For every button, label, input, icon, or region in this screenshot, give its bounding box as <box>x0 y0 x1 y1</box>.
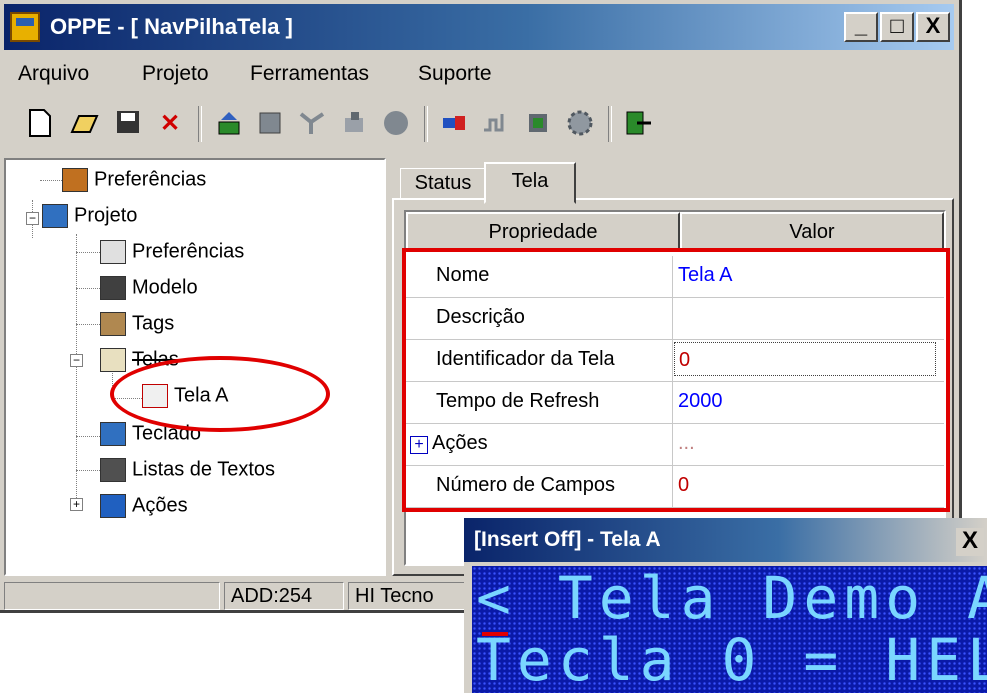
expand-acoes-icon[interactable]: + <box>70 498 83 511</box>
tree-item-listas-de-textos[interactable]: Listas de Textos <box>100 458 275 488</box>
menu-ferramentas[interactable]: Ferramentas <box>250 62 369 86</box>
open-icon[interactable] <box>68 108 100 140</box>
model-icon <box>100 276 126 300</box>
status-panel-empty <box>4 582 220 610</box>
tab-status[interactable]: Status <box>400 168 486 200</box>
gear-icon[interactable] <box>564 108 596 140</box>
tool-3-icon[interactable] <box>296 108 328 140</box>
lcd-preview-window: [Insert Off] - Tela A X < Tela Demo A > … <box>464 518 987 693</box>
lcd-line-1: < Tela Demo A > <box>476 566 987 632</box>
save-icon[interactable] <box>112 108 144 140</box>
chip-icon[interactable] <box>522 108 554 140</box>
tree-line <box>76 436 100 437</box>
tree-item-modelo[interactable]: Modelo <box>100 276 198 306</box>
tree-line <box>76 324 100 325</box>
menu-suporte[interactable]: Suporte <box>418 62 492 86</box>
column-header-valor[interactable]: Valor <box>680 212 944 250</box>
toolbar-separator <box>608 106 612 142</box>
column-header-propriedade[interactable]: Propriedade <box>406 212 680 250</box>
screens-icon <box>100 348 126 372</box>
toolbar-separator <box>198 106 202 142</box>
tree-line <box>76 252 100 253</box>
status-address: ADD:254 <box>224 582 344 610</box>
delete-icon[interactable]: ✕ <box>154 108 186 140</box>
app-icon <box>10 12 40 42</box>
toolbar-separator <box>424 106 428 142</box>
lcd-line-2: Tecla 0 = HELP <box>476 626 987 693</box>
tool-2-icon[interactable] <box>254 108 286 140</box>
tool-1-icon[interactable] <box>214 108 246 140</box>
window-title: OPPE - [ NavPilhaTela ] <box>50 14 293 39</box>
tab-tela[interactable]: Tela <box>484 162 576 204</box>
minimize-button[interactable]: _ <box>844 12 878 42</box>
tree-item-acoes[interactable]: Ações <box>100 494 188 524</box>
keyboard-icon <box>100 422 126 446</box>
signal-icon[interactable] <box>480 108 512 140</box>
text-list-icon <box>100 458 126 482</box>
tools-icon <box>62 168 88 192</box>
lcd-display: < Tela Demo A > Tecla 0 = HELP <box>472 566 987 693</box>
plug-icon[interactable] <box>438 108 470 140</box>
actions-icon <box>100 494 126 518</box>
new-icon[interactable] <box>24 108 56 140</box>
menu-arquivo[interactable]: Arquivo <box>18 62 89 86</box>
tags-icon <box>100 312 126 336</box>
exit-icon[interactable] <box>622 108 654 140</box>
tree-line <box>40 180 62 181</box>
tool-4-icon[interactable] <box>338 108 370 140</box>
popup-title: [Insert Off] - Tela A <box>474 528 661 551</box>
close-button[interactable]: X <box>916 12 950 42</box>
maximize-button[interactable]: □ <box>880 12 914 42</box>
tree-line <box>76 234 77 506</box>
popup-title-bar: [Insert Off] - Tela A <box>464 518 987 562</box>
highlight-box <box>402 248 950 512</box>
title-bar: OPPE - [ NavPilhaTela ] _ □ X <box>4 4 954 50</box>
menu-bar: Arquivo Projeto Ferramentas Suporte <box>4 54 954 94</box>
toolbar: ✕ <box>4 100 954 152</box>
collapse-projeto-icon[interactable]: − <box>26 212 39 225</box>
tree-item-tags[interactable]: Tags <box>100 312 174 342</box>
highlight-ellipse <box>110 356 330 432</box>
menu-projeto[interactable]: Projeto <box>142 62 209 86</box>
checklist-icon <box>100 240 126 264</box>
tree-item-preferencias[interactable]: Preferências <box>100 240 244 270</box>
project-icon <box>42 204 68 228</box>
tree-item-preferencias-root[interactable]: Preferências <box>62 168 206 198</box>
tree-line <box>76 288 100 289</box>
tool-5-icon[interactable] <box>380 108 412 140</box>
tree-item-projeto[interactable]: Projeto <box>42 204 137 234</box>
tree-line <box>76 470 100 471</box>
collapse-telas-icon[interactable]: − <box>70 354 83 367</box>
popup-close-button[interactable]: X <box>956 528 984 556</box>
